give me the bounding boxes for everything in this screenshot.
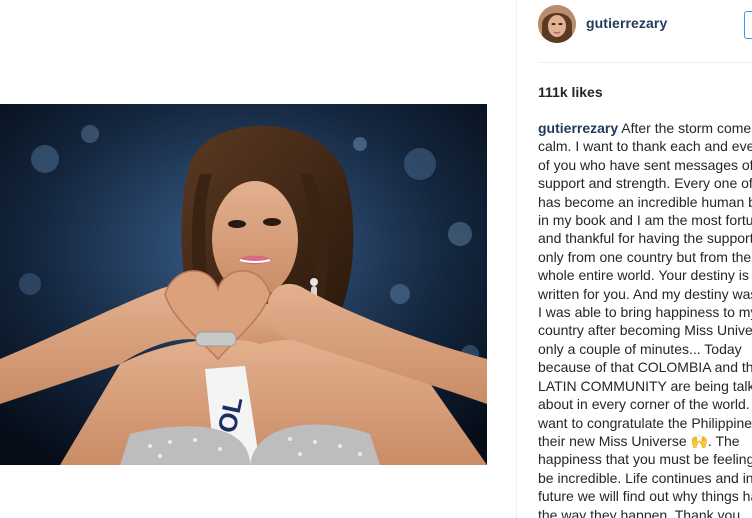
caption-line: the way they happen. Thank you bbox=[538, 506, 741, 518]
caption-author[interactable]: gutierrezary bbox=[538, 120, 618, 136]
post-caption: gutierrezary After the storm comes calm.… bbox=[538, 119, 752, 518]
caption-line: written for you. And my destiny was that bbox=[538, 285, 752, 302]
caption-line: support and strength. Every one of you bbox=[538, 175, 752, 192]
caption-line: whole entire world. Your destiny is bbox=[538, 267, 749, 284]
post-photo[interactable]: COL bbox=[0, 104, 487, 465]
header-divider bbox=[538, 62, 752, 63]
follow-button[interactable] bbox=[744, 11, 752, 39]
caption-line: future we will find out why things happe… bbox=[538, 488, 752, 505]
caption-line: their new Miss Universe 🙌. The bbox=[538, 432, 740, 449]
caption-line: gutierrezary After the storm comes bbox=[538, 120, 752, 136]
post-header: gutierrezary bbox=[517, 0, 752, 62]
caption-line: be incredible. Life continues and in the bbox=[538, 469, 752, 486]
caption-line: country after becoming Miss Universe for bbox=[538, 322, 752, 339]
caption-line: happiness that you must be feeling must bbox=[538, 451, 752, 468]
caption-line: about in every corner of the world. I bbox=[538, 396, 752, 413]
likes-count[interactable]: 111k likes bbox=[538, 84, 603, 100]
avatar-image bbox=[538, 5, 576, 43]
post-username[interactable]: gutierrezary bbox=[586, 15, 667, 31]
caption-line: of you who have sent messages of bbox=[538, 156, 752, 173]
caption-line: because of that COLOMBIA and the bbox=[538, 359, 752, 376]
caption-line: I was able to bring happiness to my bbox=[538, 304, 752, 321]
caption-line: only a couple of minutes... Today bbox=[538, 340, 742, 357]
post-media-area: COL bbox=[0, 0, 516, 518]
caption-line: in my book and I am the most fortunate bbox=[538, 212, 752, 229]
caption-line: only from one country but from the bbox=[538, 248, 752, 265]
caption-line: want to congratulate the Philippines for bbox=[538, 414, 752, 431]
caption-line: has become an incredible human being bbox=[538, 193, 752, 210]
avatar[interactable] bbox=[538, 5, 576, 43]
post-side-panel: gutierrezary 111k likes gutierrezary Aft… bbox=[517, 0, 752, 518]
photo-illustration: COL bbox=[0, 104, 487, 465]
caption-line: calm. I want to thank each and every bbox=[538, 138, 752, 155]
caption-line: LATIN COMMUNITY are being talked bbox=[538, 377, 752, 394]
caption-line: and thankful for having the support not bbox=[538, 230, 752, 247]
